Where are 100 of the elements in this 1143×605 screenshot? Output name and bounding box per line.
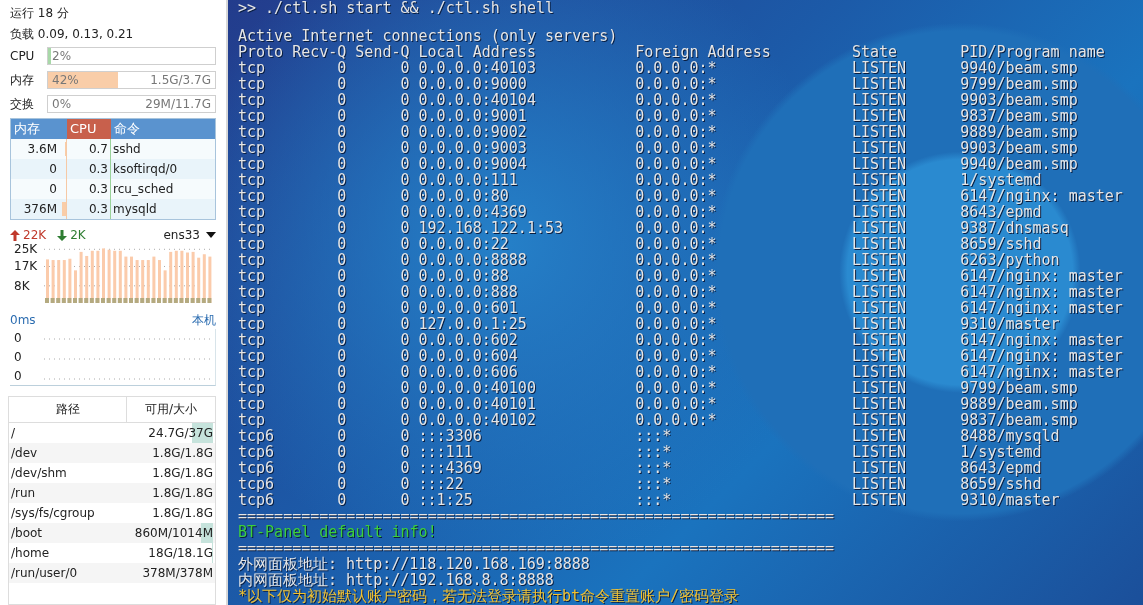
terminal-cell-text: :::111 — [418, 444, 474, 460]
size-cell-text: 378M/378M — [142, 565, 213, 582]
terminal-cell-text: 0 — [399, 316, 410, 332]
terminal-cell-text: LISTEN — [851, 220, 908, 236]
terminal-cell-text: 0 — [399, 476, 410, 492]
terminal-cell-text: 0.0.0.0:* — [635, 268, 718, 284]
terminal-cell-text: tcp — [238, 220, 267, 236]
terminal-cell-text: LISTEN — [851, 140, 908, 156]
column-header[interactable]: CPU — [67, 119, 111, 139]
path-cell-text: /boot — [11, 525, 44, 542]
terminal-cell-text: 0 — [336, 124, 347, 140]
terminal-cell-text: tcp — [238, 140, 267, 156]
command-cell-text: rcu_sched — [112, 181, 175, 198]
terminal-cell-text: 0 — [399, 300, 410, 316]
terminal-cell-text: 9837/beam.smp — [960, 108, 1079, 124]
terminal[interactable] — [228, 0, 1143, 605]
terminal-cell-text: 0.0.0.0:* — [635, 284, 718, 300]
axis-label: 25K — [14, 242, 38, 257]
terminal-cell-text: 0 — [399, 140, 410, 156]
output-line: Active Internet connections (only servers) — [238, 27, 618, 45]
cpu-cell: 0.3 — [67, 199, 111, 219]
terminal-cell-text: 0 — [336, 220, 347, 236]
terminal-cell-text: tcp6 — [238, 444, 276, 460]
process-row[interactable]: 376M 0.3 mysqld — [11, 199, 215, 219]
terminal-cell-text: 0 — [399, 124, 410, 140]
terminal-cell-text: LISTEN — [851, 332, 908, 348]
terminal-cell-text: 6147/nginx: master — [960, 268, 1124, 284]
caret-icon[interactable] — [206, 232, 216, 238]
terminal-cell-text: 8488/mysqld — [960, 428, 1060, 444]
terminal-cell-text: 9799/beam.smp — [960, 380, 1079, 396]
terminal-cell-text: 0 — [399, 492, 410, 508]
terminal-cell-text: 0 — [336, 108, 347, 124]
terminal-cell-text: tcp — [238, 108, 267, 124]
terminal-cell-text: 0 — [399, 428, 410, 444]
terminal-cell-text: 0 — [336, 60, 347, 76]
terminal-cell-text: 0.0.0.0:* — [635, 92, 718, 108]
terminal-cell-text: LISTEN — [851, 60, 908, 76]
disk-row[interactable]: /boot 860M/1014M — [9, 523, 215, 543]
terminal-cell-text: tcp — [238, 396, 267, 412]
meter-percent: 42% — [52, 73, 79, 87]
terminal-cell-text: LISTEN — [851, 396, 908, 412]
terminal-cell-text: 0.0.0.0:111 — [418, 172, 519, 188]
terminal-cell-text: 9310/master — [960, 492, 1061, 508]
terminal-cell-text: 0.0.0.0:604 — [418, 348, 519, 364]
terminal-cell-text: LISTEN — [851, 268, 908, 284]
terminal-cell-text: tcp — [238, 412, 266, 428]
terminal-cell-text: 6263/python — [960, 252, 1061, 268]
terminal-cell-text: 0.0.0.0:* — [635, 380, 718, 396]
terminal-cell-text: LISTEN — [851, 300, 908, 316]
column-header: Local Address — [418, 44, 537, 60]
disk-row[interactable]: /run 1.8G/1.8G — [9, 483, 215, 503]
terminal-cell-text: 6147/nginx: master — [960, 348, 1124, 364]
terminal-cell-text: 0 — [336, 284, 347, 300]
terminal-cell-text: 0.0.0.0:888 — [418, 284, 519, 300]
terminal-cell-text: LISTEN — [851, 76, 908, 92]
disk-row[interactable]: /run/user/0 378M/378M — [9, 563, 215, 583]
terminal-cell-text: 0.0.0.0:80 — [418, 188, 510, 204]
download-arrow-icon — [57, 229, 68, 241]
terminal-cell-text: LISTEN — [851, 460, 908, 476]
terminal-cell-text: 0 — [399, 188, 410, 204]
terminal-cell-text: 0.0.0.0:606 — [418, 364, 519, 380]
terminal-cell-text: 6147/nginx: master — [960, 284, 1124, 300]
terminal-cell-text: 9310/master — [960, 316, 1061, 332]
meter-detail: 29M/11.7G — [145, 97, 211, 111]
column-header[interactable]: 路径 — [9, 397, 126, 422]
path-cell-text: /run — [11, 485, 37, 502]
disk-row[interactable]: / 24.7G/37G — [9, 423, 215, 443]
terminal-cell-text: 0 — [399, 172, 410, 188]
terminal-cell-text: 0.0.0.0:40101 — [418, 396, 537, 412]
terminal-cell-text: LISTEN — [851, 348, 908, 364]
terminal-cell-text: 0.0.0.0:* — [635, 332, 718, 348]
process-row[interactable]: 0 0.3 rcu_sched — [11, 179, 215, 199]
terminal-cell-text: :::* — [635, 476, 673, 492]
terminal-cell-text: :::* — [635, 444, 673, 460]
terminal-cell-text: 0.0.0.0:40100 — [418, 380, 537, 396]
column-header: PID/Program name — [960, 44, 1106, 60]
terminal-cell-text: tcp — [238, 236, 267, 252]
terminal-cell-text: 0 — [336, 492, 347, 508]
terminal-cell-text: 0.0.0.0:* — [635, 252, 718, 268]
separator-line: ================================================================== — [238, 539, 835, 557]
meter-percent: 2% — [52, 49, 72, 63]
terminal-cell-text: 0 — [399, 412, 410, 428]
terminal-cell-text: tcp — [238, 332, 267, 348]
terminal-cell-text: 0.0.0.0:* — [635, 172, 718, 188]
process-row[interactable]: 0 0.3 ksoftirqd/0 — [11, 159, 215, 179]
terminal-cell-text: tcp — [238, 124, 267, 140]
interface-name[interactable]: ens33 — [163, 228, 200, 242]
column-header[interactable]: 可用/大小 — [126, 397, 215, 422]
upload-arrow-icon — [10, 229, 20, 241]
terminal-cell-text: LISTEN — [851, 92, 908, 108]
process-row[interactable]: 3.6M 0.7 sshd — [11, 139, 215, 159]
disk-row[interactable]: /dev 1.8G/1.8G — [9, 443, 215, 463]
disk-row[interactable]: /home 18G/18.1G — [9, 543, 215, 563]
terminal-cell-text: 0 — [336, 252, 347, 268]
terminal-cell-text: 8659/sshd — [960, 236, 1042, 252]
column-header: Proto — [238, 44, 284, 60]
size-cell-text: 1.8G/1.8G — [152, 505, 213, 522]
terminal-cell-text: 0 — [336, 172, 347, 188]
terminal-cell-text: tcp6 — [238, 428, 276, 444]
terminal-cell-text: 0 — [336, 268, 347, 284]
